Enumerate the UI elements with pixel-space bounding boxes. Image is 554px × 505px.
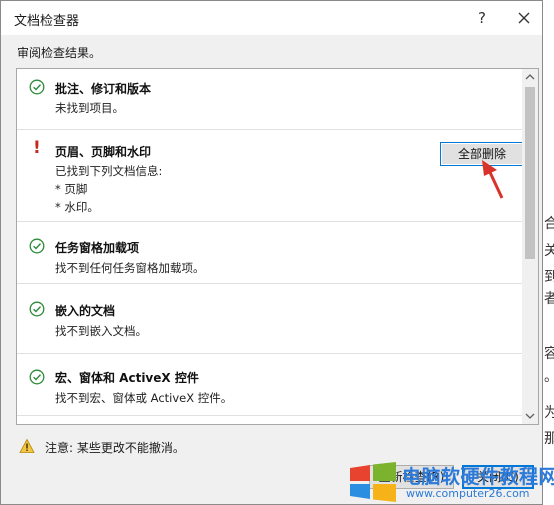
section-detail: 找不到嵌入文档。 bbox=[55, 324, 147, 338]
result-task-pane-addins: 任务窗格加载项 找不到任何任务窗格加载项。 bbox=[17, 221, 522, 284]
review-subtitle: 审阅检查结果。 bbox=[17, 46, 102, 60]
watermark-url: www.computer26.com bbox=[406, 487, 530, 500]
bg-char: 为 bbox=[544, 405, 554, 421]
section-title: 宏、窗体和 ActiveX 控件 bbox=[55, 371, 199, 385]
bg-char: 关 bbox=[544, 243, 554, 259]
bg-char: 。 bbox=[544, 366, 554, 386]
section-title: 页眉、页脚和水印 bbox=[55, 145, 152, 159]
bg-char: 者 bbox=[544, 291, 554, 307]
result-comments-revisions: 批注、修订和版本 未找到项目。 bbox=[17, 69, 522, 130]
check-circle-icon bbox=[29, 238, 45, 254]
result-embedded-documents: 嵌入的文档 找不到嵌入文档。 bbox=[17, 283, 522, 354]
bg-char: 容 bbox=[544, 346, 554, 362]
section-detail: 找不到任何任务窗格加载项。 bbox=[55, 261, 205, 275]
annotation-arrow-icon bbox=[482, 160, 504, 199]
scrollbar-thumb[interactable] bbox=[525, 87, 535, 259]
section-detail: * 水印。 bbox=[55, 200, 99, 214]
section-detail: * 页脚 bbox=[55, 182, 88, 196]
inspection-results-list[interactable]: 批注、修订和版本 未找到项目。 ! 页眉、页脚和水印 已找到下列文档信息: * … bbox=[16, 68, 539, 425]
undo-warning-note: 注意: 某些更改不能撤消。 bbox=[45, 441, 185, 455]
result-headers-footers-watermarks: ! 页眉、页脚和水印 已找到下列文档信息: * 页脚 * 水印。 全部删除 bbox=[17, 129, 524, 222]
result-macros-forms-activex: 宏、窗体和 ActiveX 控件 找不到宏、窗体或 ActiveX 控件。 bbox=[17, 353, 522, 416]
section-title: 任务窗格加载项 bbox=[55, 241, 140, 255]
bg-char: 合 bbox=[544, 216, 554, 232]
site-watermark: 电脑软硬件教程网 www.computer26.com bbox=[348, 460, 554, 504]
scroll-down-icon[interactable] bbox=[522, 408, 538, 424]
section-title: 嵌入的文档 bbox=[55, 304, 116, 318]
section-detail: 找不到宏、窗体或 ActiveX 控件。 bbox=[55, 391, 233, 405]
scroll-up-icon[interactable] bbox=[522, 69, 538, 85]
check-circle-icon bbox=[29, 369, 45, 385]
window-title: 文档检查器 bbox=[14, 14, 80, 29]
check-circle-icon bbox=[29, 301, 45, 317]
title-bar[interactable]: 文档检查器 ? bbox=[1, 1, 542, 35]
windows-logo-icon bbox=[350, 462, 396, 502]
document-inspector-dialog: 文档检查器 ? 审阅检查结果。 批注、修订和版本 未找到项目。 ! 页眉、页脚和… bbox=[0, 0, 543, 505]
bg-char: 那 bbox=[544, 431, 554, 447]
close-window-button[interactable] bbox=[513, 7, 535, 29]
section-detail: 未找到项目。 bbox=[55, 101, 124, 115]
help-button[interactable]: ? bbox=[471, 7, 493, 29]
warning-icon: ! bbox=[33, 138, 41, 158]
warning-triangle-icon bbox=[19, 438, 35, 453]
bg-char: 到 bbox=[544, 269, 554, 285]
close-icon bbox=[518, 12, 530, 24]
background-document: 合 关 到 者 容 。 为 那 bbox=[543, 0, 554, 505]
vertical-scrollbar[interactable] bbox=[522, 69, 538, 424]
section-title: 批注、修订和版本 bbox=[55, 82, 152, 96]
watermark-title: 电脑软硬件教程网 bbox=[402, 466, 554, 488]
check-circle-icon bbox=[29, 79, 45, 95]
section-detail: 已找到下列文档信息: bbox=[55, 164, 163, 178]
